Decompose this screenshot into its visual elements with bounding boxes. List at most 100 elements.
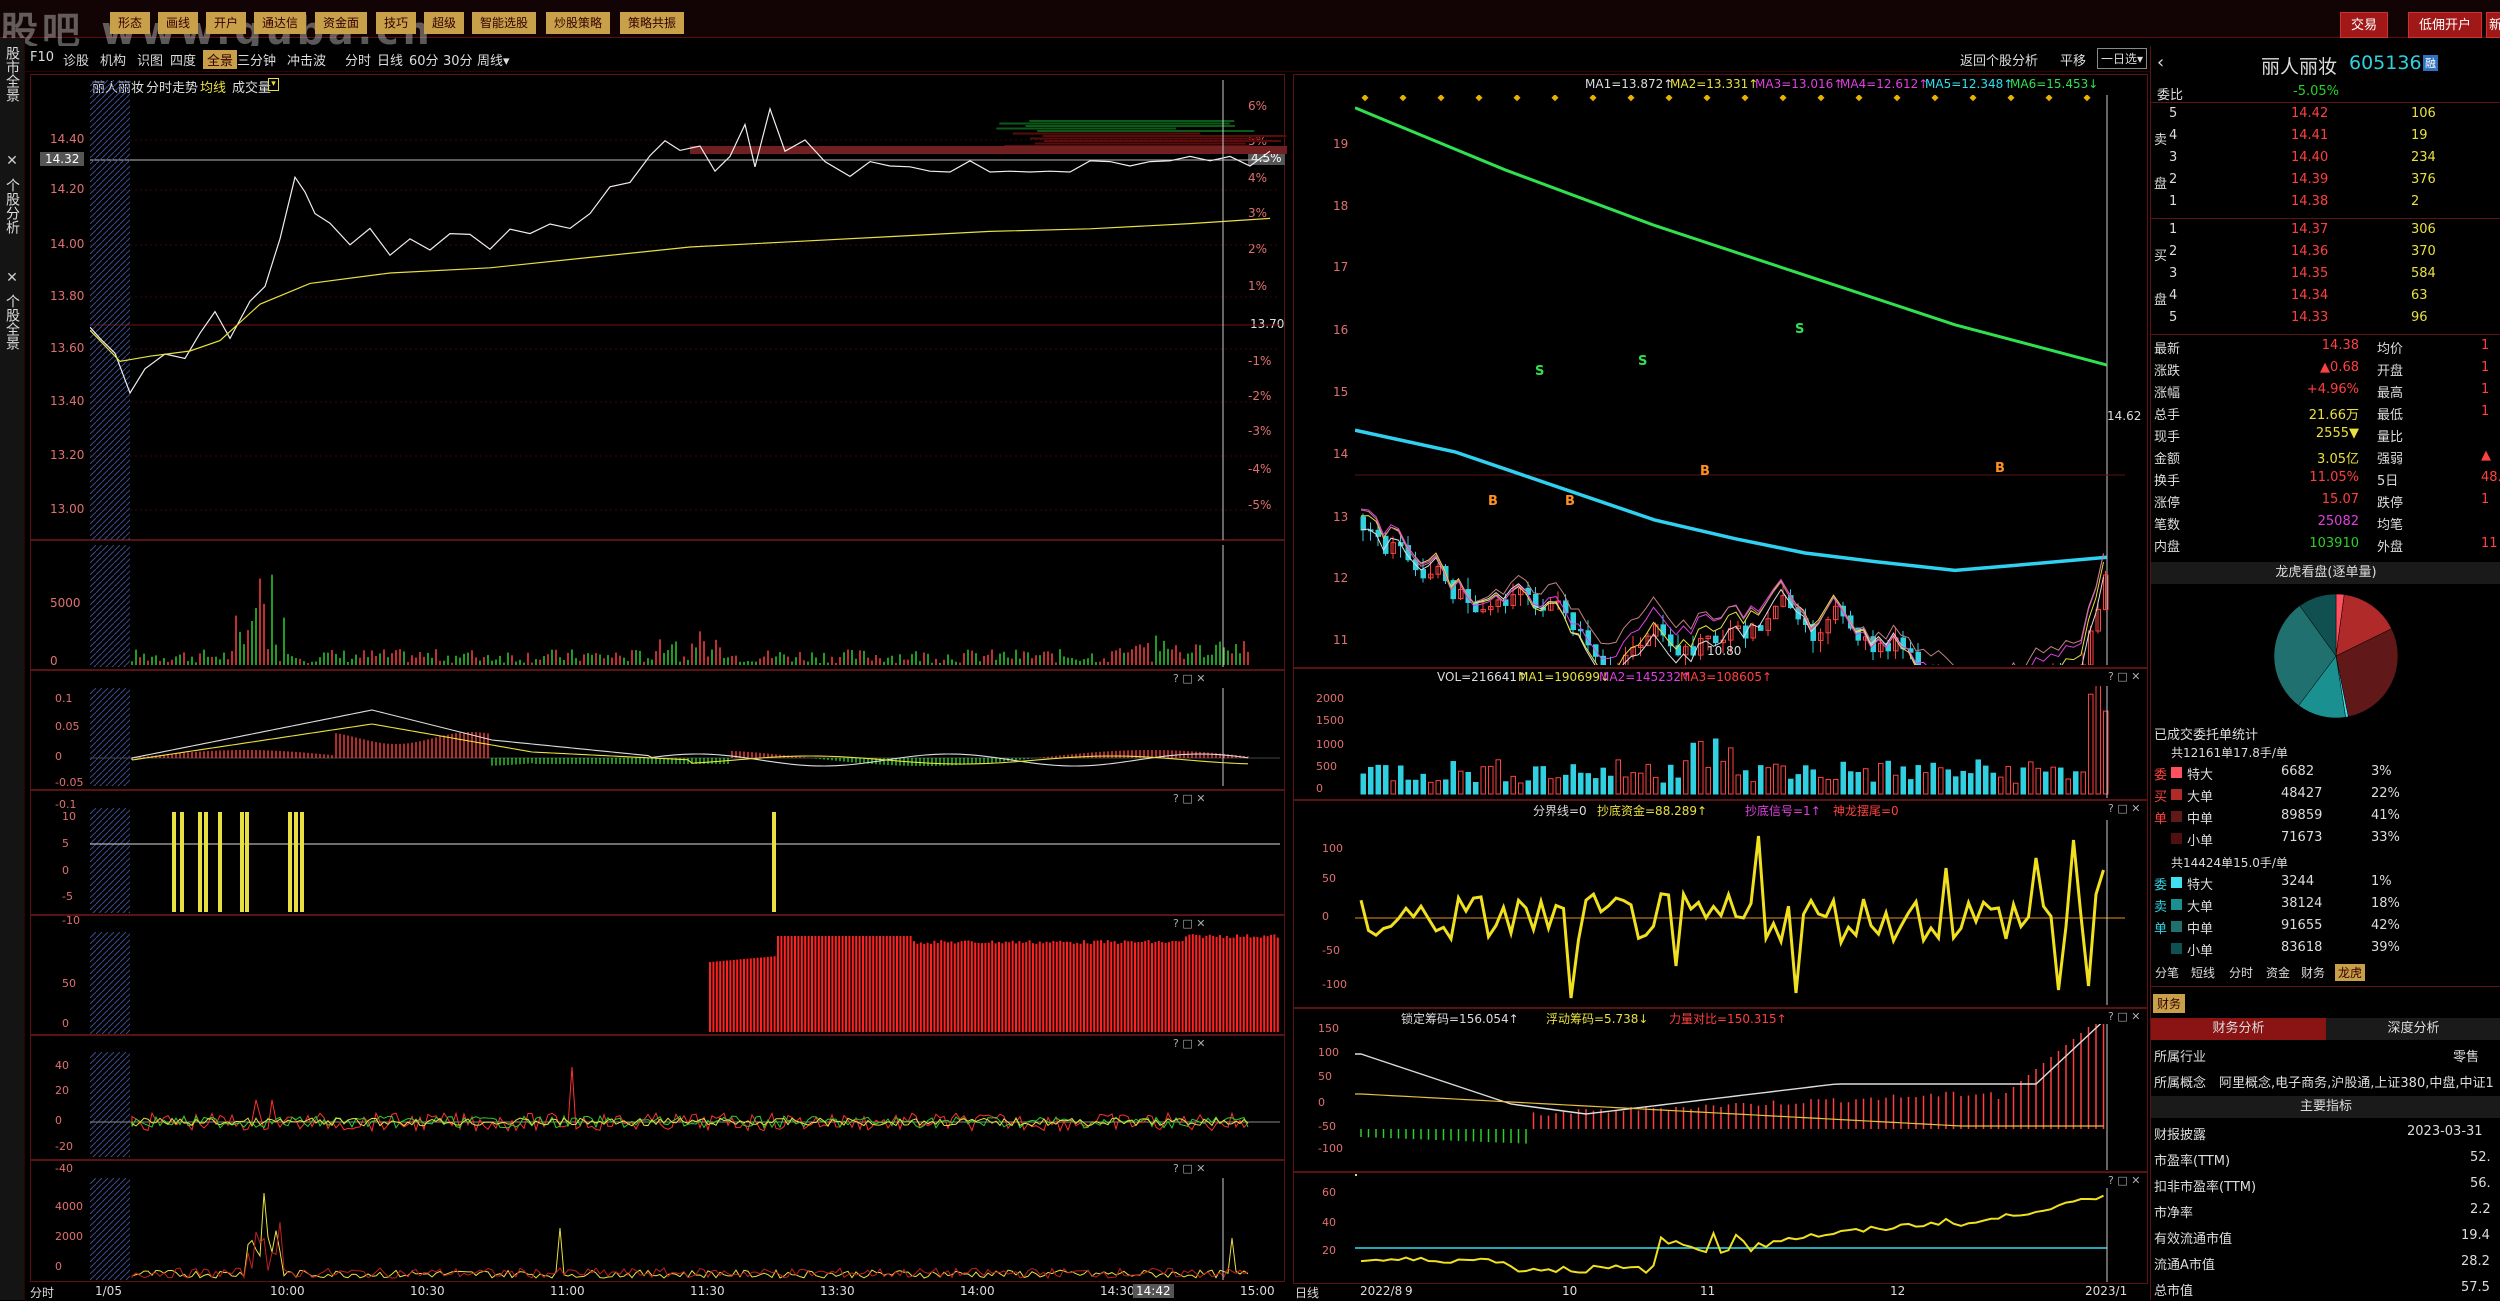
close-icon[interactable]: ✕ bbox=[2, 270, 22, 286]
dragon-tick: 20 bbox=[1322, 1244, 1336, 1257]
sell-pct: 39% bbox=[2371, 940, 2400, 955]
period-select[interactable]: 一日选▾ bbox=[2097, 48, 2148, 69]
macd-tick: 0 bbox=[55, 750, 62, 763]
menu-button-1[interactable]: 画线 bbox=[158, 12, 199, 34]
tab-F10[interactable]: F10 bbox=[30, 50, 54, 65]
stat-value: 1 bbox=[2481, 404, 2490, 419]
tab-日线[interactable]: 日线 bbox=[377, 50, 403, 69]
sell-side-label: 委 bbox=[2154, 878, 2168, 893]
menu-button-0[interactable]: 形态 bbox=[110, 12, 151, 34]
back-chevron-icon[interactable]: ‹ bbox=[2157, 52, 2164, 73]
stock-code: 605136 bbox=[2349, 52, 2422, 74]
daily-price-tick: 17 bbox=[1333, 260, 1349, 274]
indicator-label: 市净率 bbox=[2154, 1206, 2194, 1221]
tab-四度[interactable]: 四度 bbox=[170, 50, 196, 69]
daily-price-tick: 13 bbox=[1333, 510, 1349, 524]
macd-tick: 0.1 bbox=[55, 692, 73, 705]
stat-label: 跌停 bbox=[2377, 496, 2404, 511]
panel-controls[interactable]: ? □ ✕ bbox=[2108, 802, 2140, 815]
dbf-tick: -50 bbox=[1322, 944, 1340, 957]
new-button[interactable]: 新 bbox=[2486, 12, 2500, 38]
indicator-label: 流通A市值 bbox=[2154, 1258, 2215, 1273]
tab-机构[interactable]: 机构 bbox=[100, 50, 126, 69]
ask-price: 14.39 bbox=[2291, 172, 2329, 187]
chart-tab-bar: F10 诊股 机构 识图 四度 全景 三分钟 冲击波 分时 日线 60分 30分 周线▾ 返回个股分析 平移… bbox=[25, 46, 2150, 72]
ask-level: 3 bbox=[2169, 150, 2178, 165]
date-tick: 2023/1 bbox=[2085, 1284, 2128, 1298]
menu-button-3[interactable]: 通达信 bbox=[254, 12, 307, 34]
macd-chart bbox=[90, 688, 1280, 786]
subtab-财务[interactable]: 财务 bbox=[2301, 964, 2325, 981]
close-icon[interactable]: ✕ bbox=[2, 153, 22, 169]
panel-controls[interactable]: ? □ ✕ bbox=[1173, 792, 1205, 805]
menu-button-7[interactable]: 智能选股 bbox=[472, 12, 537, 34]
menu-button-8[interactable]: 炒股策略 bbox=[546, 12, 611, 34]
panel-controls[interactable]: ? □ ✕ bbox=[1173, 1162, 1205, 1175]
trade-button[interactable]: 交易 bbox=[2340, 12, 2389, 38]
tab-全景[interactable]: 全景 bbox=[203, 50, 238, 69]
stat-value: 1 bbox=[2481, 360, 2490, 375]
tab-冲击波[interactable]: 冲击波 bbox=[287, 50, 326, 69]
stat-label: 笔数 bbox=[2154, 518, 2181, 533]
bid-price: 14.34 bbox=[2291, 288, 2329, 303]
dragon-name[interactable] bbox=[1355, 1174, 1357, 1176]
tab-诊股[interactable]: 诊股 bbox=[63, 50, 89, 69]
stat-value: 3.05亿 bbox=[2317, 452, 2359, 467]
tab-三分钟[interactable]: 三分钟 bbox=[237, 50, 276, 69]
bid-level: 2 bbox=[2169, 244, 2178, 259]
pan-button[interactable]: 平移 bbox=[2060, 50, 2086, 69]
tab-30分[interactable]: 30分 bbox=[443, 50, 473, 69]
legend-swatch bbox=[2171, 921, 2182, 932]
rail-stock-overview[interactable]: 个股全景 bbox=[2, 294, 22, 350]
ask-price: 14.41 bbox=[2291, 128, 2329, 143]
back-to-analysis-link[interactable]: 返回个股分析 bbox=[1960, 50, 2038, 69]
menu-button-5[interactable]: 技巧 bbox=[376, 12, 417, 34]
date-tick[interactable]: 日线 bbox=[1295, 1284, 1319, 1301]
time-tick[interactable]: 分时 bbox=[30, 1284, 54, 1301]
tab-60分[interactable]: 60分 bbox=[409, 50, 439, 69]
bid-price: 14.36 bbox=[2291, 244, 2329, 259]
finance-tab[interactable]: 财务 bbox=[2153, 994, 2186, 1013]
finance-analysis-tab[interactable]: 财务分析 bbox=[2151, 1018, 2326, 1040]
stock-name-header: 丽人丽妆 bbox=[2261, 56, 2338, 78]
dbf-tick: 50 bbox=[1322, 872, 1336, 885]
stat-label: 外盘 bbox=[2377, 540, 2404, 555]
stat-value: 2555▼ bbox=[2315, 426, 2359, 441]
subtab-资金[interactable]: 资金 bbox=[2266, 964, 2290, 981]
vol-tick: 1500 bbox=[1316, 714, 1344, 727]
tab-分时[interactable]: 分时 bbox=[345, 50, 371, 69]
deep-analysis-tab[interactable]: 深度分析 bbox=[2326, 1018, 2500, 1040]
tab-识图[interactable]: 识图 bbox=[137, 50, 163, 69]
bid-level: 3 bbox=[2169, 266, 2178, 281]
subtab-分笔[interactable]: 分笔 bbox=[2155, 964, 2179, 981]
panel-controls[interactable]: ? □ ✕ bbox=[2108, 670, 2140, 683]
menu-button-9[interactable]: 策略共振 bbox=[620, 12, 685, 34]
ask-volume: 106 bbox=[2411, 106, 2436, 121]
open-account-button[interactable]: 低佣开户 bbox=[2408, 12, 2483, 38]
menu-button-4[interactable]: 资金面 bbox=[315, 12, 368, 34]
price-tick: 13.80 bbox=[50, 289, 85, 303]
order-stat-title: 已成交委托单统计 bbox=[2154, 728, 2259, 743]
panel-controls[interactable]: ? □ ✕ bbox=[2108, 1010, 2140, 1023]
panel-controls[interactable]: ? □ ✕ bbox=[1173, 917, 1205, 930]
menu-button-6[interactable]: 超级 bbox=[424, 12, 465, 34]
indicator-label: 扣非市盈率(TTM) bbox=[2154, 1180, 2257, 1195]
legend-swatch bbox=[2171, 877, 2182, 888]
panel-controls[interactable]: ? □ ✕ bbox=[1173, 1037, 1205, 1050]
vol-tick: 1000 bbox=[1316, 738, 1344, 751]
quote-sidebar: ‹ 丽人丽妆 605136 融委比 -5.05% 5 14.42 106 4 14.41 19 3 14… bbox=[2150, 46, 2500, 1300]
vol-tick: 0 bbox=[1316, 782, 1323, 795]
stat-value: ▲0.68 bbox=[2320, 360, 2359, 375]
tab-周线▾[interactable]: 周线▾ bbox=[477, 50, 510, 69]
menu-button-2[interactable]: 开户 bbox=[206, 12, 247, 34]
subtab-分时[interactable]: 分时 bbox=[2229, 964, 2253, 981]
panel-controls[interactable]: ? □ ✕ bbox=[1173, 672, 1205, 685]
rail-stock-analysis[interactable]: 个股分析 bbox=[2, 178, 22, 234]
stat-label: 均价 bbox=[2377, 342, 2404, 357]
cmfx-tick: 150 bbox=[1318, 1022, 1339, 1035]
panel-controls[interactable]: ? □ ✕ bbox=[2108, 1174, 2140, 1187]
rail-market-overview[interactable]: 股市全景 bbox=[2, 46, 22, 102]
subtab-短线[interactable]: 短线 bbox=[2191, 964, 2215, 981]
stat-label: 涨停 bbox=[2154, 496, 2181, 511]
subtab-龙虎[interactable]: 龙虎 bbox=[2335, 964, 2366, 981]
